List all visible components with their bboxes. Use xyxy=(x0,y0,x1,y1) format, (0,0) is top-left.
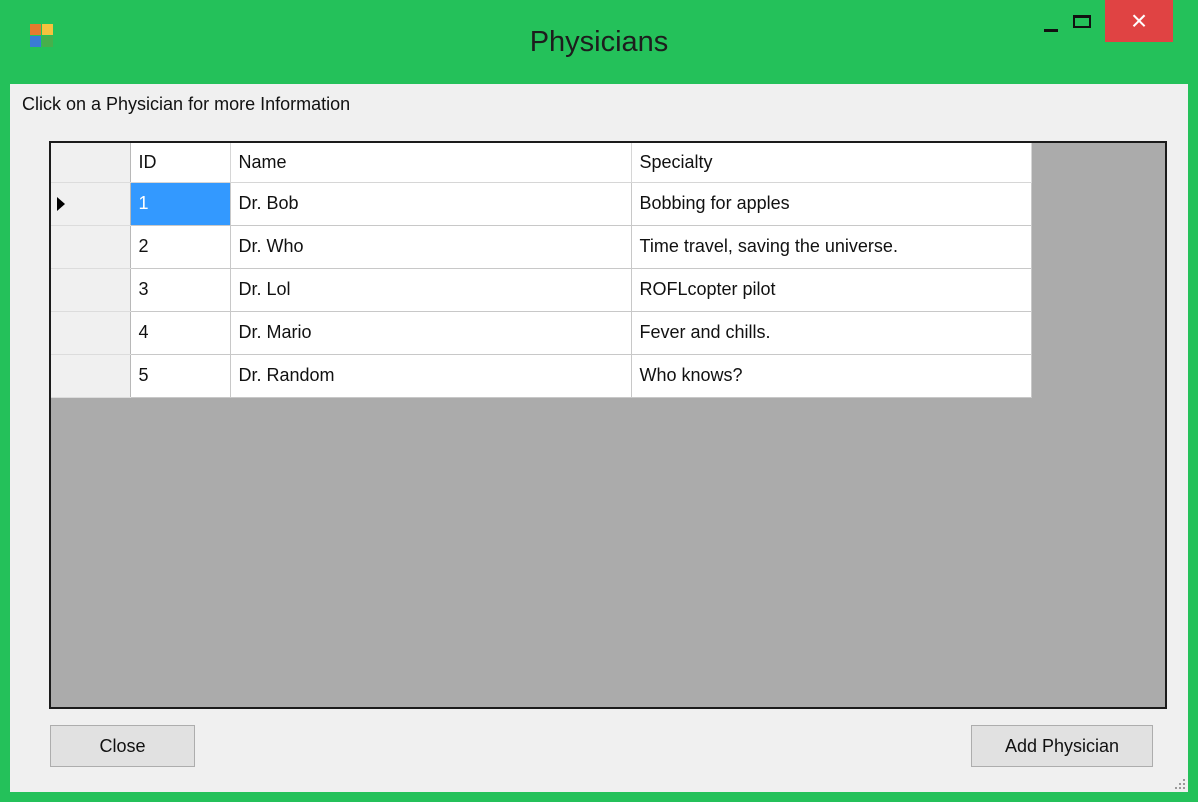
cell-id[interactable]: 3 xyxy=(130,268,231,312)
form-client-area: Click on a Physician for more Informatio… xyxy=(10,84,1188,792)
cell-name[interactable]: Dr. Bob xyxy=(230,182,632,226)
cell-name[interactable]: Dr. Random xyxy=(230,354,632,398)
cell-specialty[interactable]: Bobbing for apples xyxy=(631,182,1032,226)
table-row[interactable]: 5 Dr. Random Who knows? xyxy=(51,354,1032,398)
instruction-label: Click on a Physician for more Informatio… xyxy=(22,94,351,114)
header-row: ID Name Specialty xyxy=(51,143,1032,183)
cell-name[interactable]: Dr. Mario xyxy=(230,311,632,355)
physicians-window: Physicians × Click on a Physician for mo… xyxy=(0,0,1198,802)
cell-specialty[interactable]: Time travel, saving the universe. xyxy=(631,225,1032,269)
cell-specialty[interactable]: Who knows? xyxy=(631,354,1032,398)
cell-id[interactable]: 1 xyxy=(130,182,231,226)
row-header[interactable] xyxy=(51,311,131,355)
row-header[interactable] xyxy=(51,182,131,226)
physicians-grid[interactable]: ID Name Specialty 1 Dr. Bob Bobbing for … xyxy=(49,141,1167,709)
cell-id[interactable]: 4 xyxy=(130,311,231,355)
table-row[interactable]: 1 Dr. Bob Bobbing for apples xyxy=(51,182,1032,226)
physicians-table: ID Name Specialty 1 Dr. Bob Bobbing for … xyxy=(51,143,1032,398)
column-header-name[interactable]: Name xyxy=(230,143,632,183)
top-left-header-cell[interactable] xyxy=(51,143,131,183)
resize-grip-icon[interactable] xyxy=(1171,775,1185,789)
cell-id[interactable]: 5 xyxy=(130,354,231,398)
current-row-arrow-icon xyxy=(57,196,65,211)
table-row[interactable]: 4 Dr. Mario Fever and chills. xyxy=(51,311,1032,355)
close-icon[interactable]: × xyxy=(1105,0,1173,42)
maximize-icon[interactable] xyxy=(1059,0,1105,42)
window-title: Physicians xyxy=(529,26,669,58)
cell-name[interactable]: Dr. Lol xyxy=(230,268,632,312)
add-physician-button[interactable]: Add Physician xyxy=(971,725,1153,767)
title-bar[interactable]: Physicians × xyxy=(0,0,1198,84)
column-header-specialty[interactable]: Specialty xyxy=(631,143,1032,183)
column-header-id[interactable]: ID xyxy=(130,143,231,183)
row-header[interactable] xyxy=(51,225,131,269)
table-row[interactable]: 3 Dr. Lol ROFLcopter pilot xyxy=(51,268,1032,312)
close-button[interactable]: Close xyxy=(50,725,195,767)
cell-id[interactable]: 2 xyxy=(130,225,231,269)
table-row[interactable]: 2 Dr. Who Time travel, saving the univer… xyxy=(51,225,1032,269)
row-header[interactable] xyxy=(51,268,131,312)
cell-specialty[interactable]: Fever and chills. xyxy=(631,311,1032,355)
cell-name[interactable]: Dr. Who xyxy=(230,225,632,269)
cell-specialty[interactable]: ROFLcopter pilot xyxy=(631,268,1032,312)
row-header[interactable] xyxy=(51,354,131,398)
